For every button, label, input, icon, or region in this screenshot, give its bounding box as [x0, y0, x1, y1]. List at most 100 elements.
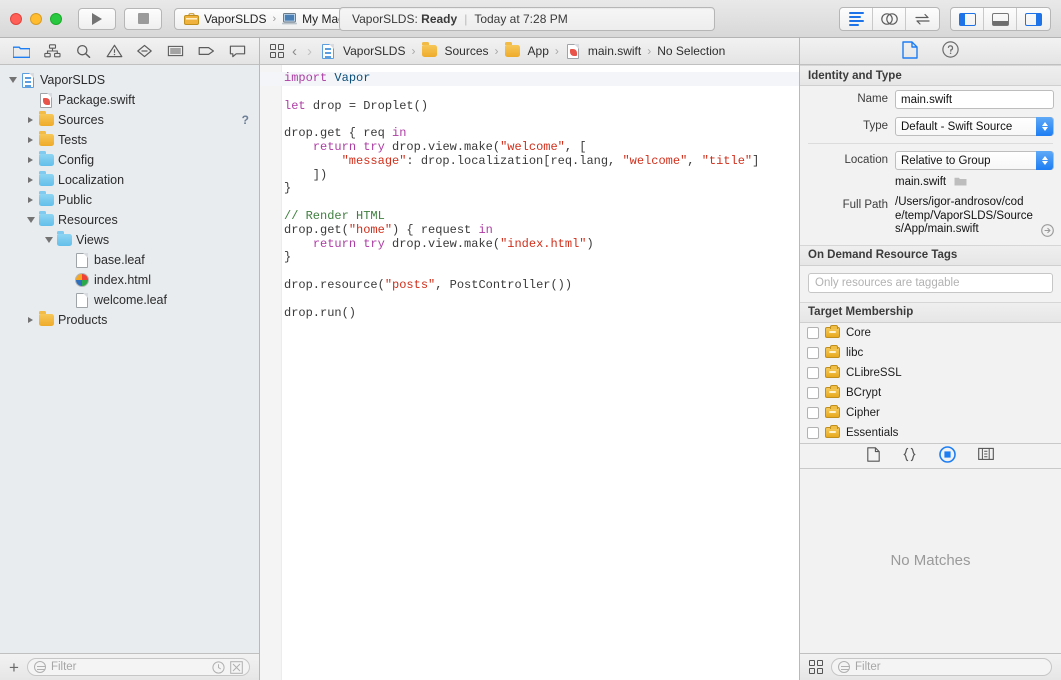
on-demand-tags-input[interactable]: Only resources are taggable [808, 272, 1053, 293]
toggle-inspector-button[interactable] [1017, 8, 1050, 30]
scheme-selector[interactable]: VaporSLDS › My Mac [174, 7, 355, 30]
tab-report-navigator[interactable] [165, 41, 187, 61]
standard-editor-button[interactable] [840, 8, 873, 30]
tree-row[interactable]: welcome.leaf [0, 290, 259, 310]
breadcrumb-item[interactable]: Sources [421, 42, 489, 58]
tab-test-navigator[interactable] [134, 41, 156, 61]
reveal-in-finder-button[interactable] [1040, 222, 1054, 237]
breadcrumb-label: No Selection [657, 44, 726, 58]
tab-find-navigator[interactable] [72, 41, 94, 61]
breadcrumb-item[interactable]: No Selection [657, 44, 725, 58]
breadcrumb[interactable]: VaporSLDS › Sources › App › main.swift › No Sele… [320, 42, 725, 59]
tree-row[interactable]: Package.swift [0, 90, 259, 110]
library-layout-toggle-icon[interactable] [809, 660, 823, 674]
tree-row[interactable]: Products [0, 310, 259, 330]
folder-icon [421, 42, 437, 57]
target-membership-row[interactable]: CLibreSSL [800, 363, 1061, 383]
tab-breakpoint-navigator[interactable] [227, 41, 249, 61]
run-button[interactable] [78, 7, 116, 30]
target-checkbox[interactable] [807, 366, 819, 379]
tab-issue-navigator[interactable] [103, 41, 125, 61]
target-membership-row[interactable]: libc [800, 343, 1061, 363]
related-items-icon[interactable] [270, 44, 284, 58]
choose-file-button[interactable] [953, 174, 967, 187]
tree-row-label: VaporSLDS [40, 73, 106, 87]
stepper-icon[interactable] [1036, 151, 1053, 170]
navigator-tab-bar [0, 38, 259, 65]
chevron-down-icon[interactable] [42, 237, 55, 243]
editor-gutter[interactable] [260, 65, 282, 680]
zoom-window-button[interactable] [50, 12, 62, 25]
chevron-right-icon[interactable] [24, 157, 37, 163]
chevron-right-icon[interactable] [24, 317, 37, 323]
go-forward-button[interactable]: › [305, 44, 314, 59]
source-code-editor[interactable]: import Vapor let drop = Droplet() drop.g… [260, 65, 799, 680]
diamond-icon [137, 44, 153, 58]
project-file-tree[interactable]: VaporSLDS Package.swift Sources? Tests Confi… [0, 65, 259, 653]
tab-quick-help-inspector[interactable] [942, 41, 959, 61]
identity-and-type-body: Name main.swift Type Default - Swift Sou… [800, 86, 1061, 245]
tab-code-snippet-library[interactable] [902, 447, 917, 465]
close-window-button[interactable] [10, 12, 22, 25]
chevron-right-icon[interactable] [24, 197, 37, 203]
target-membership-row[interactable]: Core [800, 323, 1061, 343]
stop-button[interactable] [124, 7, 162, 30]
target-checkbox[interactable] [807, 386, 819, 399]
tree-row[interactable]: Resources [0, 210, 259, 230]
target-checkbox[interactable] [807, 406, 819, 419]
location-label: Location [844, 154, 888, 166]
target-checkbox[interactable] [807, 426, 819, 439]
chevron-down-icon[interactable] [24, 217, 37, 223]
tree-row[interactable]: index.html [0, 270, 259, 290]
toggle-debug-area-button[interactable] [984, 8, 1017, 30]
location-select[interactable]: Relative to Group [895, 151, 1054, 170]
add-file-button[interactable]: + [9, 659, 19, 676]
stepper-icon[interactable] [1036, 117, 1053, 136]
tab-file-inspector[interactable] [902, 40, 918, 62]
target-checkbox[interactable] [807, 326, 819, 339]
tree-row[interactable]: Sources? [0, 110, 259, 130]
toggle-navigator-button[interactable] [951, 8, 984, 30]
navigator-filter-input[interactable]: Filter [26, 658, 250, 676]
target-checkbox[interactable] [807, 346, 819, 359]
code-token: drop.view.make( [392, 236, 501, 251]
version-editor-button[interactable] [906, 8, 939, 30]
tree-row[interactable]: base.leaf [0, 250, 259, 270]
recent-files-icon[interactable] [212, 660, 225, 674]
name-input[interactable]: main.swift [895, 90, 1054, 109]
target-membership-row[interactable]: Cipher [800, 403, 1061, 423]
tab-debug-navigator[interactable] [196, 41, 218, 61]
tree-row[interactable]: Localization [0, 170, 259, 190]
chevron-down-icon[interactable] [6, 77, 19, 83]
swift-file-icon [37, 92, 55, 108]
tab-object-library[interactable] [939, 445, 956, 466]
tree-row[interactable]: Views [0, 230, 259, 250]
chevron-right-icon[interactable] [24, 117, 37, 123]
assistant-editor-button[interactable] [873, 8, 906, 30]
breadcrumb-item[interactable]: App [505, 42, 549, 58]
tab-source-control-navigator[interactable] [41, 41, 63, 61]
document-icon [73, 252, 91, 268]
tree-row[interactable]: Tests [0, 130, 259, 150]
type-select[interactable]: Default - Swift Source [895, 117, 1054, 136]
target-membership-list[interactable]: Core libc CLibreSSL BCrypt Cipher Essentials [800, 322, 1061, 443]
library-filter-input[interactable]: Filter [831, 658, 1052, 676]
go-back-button[interactable]: ‹ [290, 44, 299, 59]
chevron-right-icon[interactable] [24, 177, 37, 183]
inspector-tab-bar [800, 38, 1061, 65]
breadcrumb-item[interactable]: main.swift [565, 43, 641, 59]
target-membership-row[interactable]: Essentials [800, 423, 1061, 443]
tab-file-template-library[interactable] [867, 446, 880, 465]
code-line: drop.resource("posts", PostController()) [284, 278, 799, 293]
minimize-window-button[interactable] [30, 12, 42, 25]
tree-row[interactable]: Public [0, 190, 259, 210]
target-membership-row[interactable]: BCrypt [800, 383, 1061, 403]
breadcrumb-item[interactable]: VaporSLDS [320, 43, 405, 59]
tab-media-library[interactable] [978, 447, 994, 464]
tab-project-navigator[interactable] [10, 41, 32, 61]
tree-row[interactable]: VaporSLDS [0, 70, 259, 90]
tree-row[interactable]: Config [0, 150, 259, 170]
location-file-value: main.swift [895, 176, 947, 188]
source-control-filter-icon[interactable] [230, 660, 243, 674]
chevron-right-icon[interactable] [24, 137, 37, 143]
